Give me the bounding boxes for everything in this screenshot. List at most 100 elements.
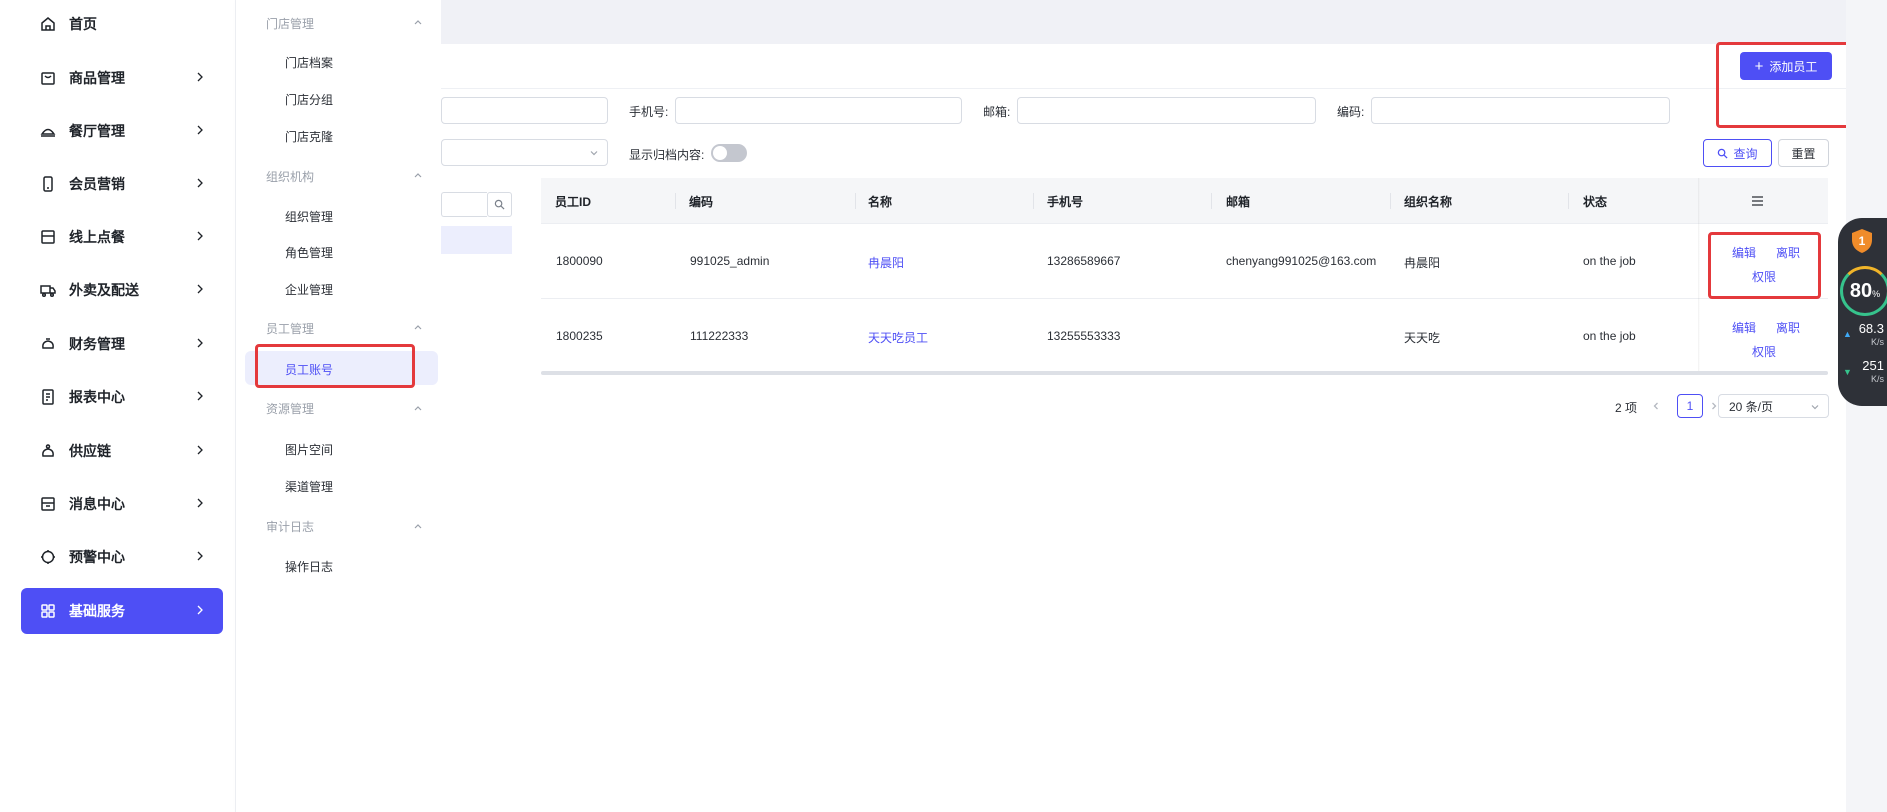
cell-org: 冉晨阳 (1404, 256, 1441, 270)
cell-org: 天天吃 (1404, 331, 1441, 345)
chevron-right-icon (197, 284, 203, 294)
svg-text:1: 1 (1859, 234, 1866, 248)
annotation-box-row-actions (1708, 232, 1821, 299)
sidebar-item-member[interactable]: 会员营销 (21, 161, 223, 207)
download-unit: K/s (1870, 374, 1884, 384)
chevron-up-icon[interactable] (412, 520, 424, 532)
chevron-down-icon (1811, 405, 1819, 410)
code-label: 编码: (1337, 105, 1365, 119)
sidebar-item-restaurant[interactable]: 餐厅管理 (21, 108, 223, 154)
phone-label: 手机号: (629, 105, 669, 119)
sidebar-item-goods[interactable]: 商品管理 (21, 55, 223, 101)
chevron-right-icon (197, 498, 203, 508)
pagination-page[interactable]: 1 (1677, 394, 1703, 418)
cell-employee-id: 1800235 (556, 329, 603, 343)
cell-phone: 13286589667 (1047, 254, 1121, 268)
cell-name-link[interactable]: 天天吃员工 (868, 329, 928, 346)
sidebar-item-finance[interactable]: 财务管理 (21, 321, 223, 367)
column-header-code: 编码 (689, 195, 714, 209)
table-header: 员工ID 编码 名称 手机号 邮箱 组织名称 状态 (541, 178, 1828, 224)
column-divider (855, 193, 856, 209)
sidebar-item-basic-service[interactable]: 基础服务 (21, 588, 223, 634)
submenu-item-org[interactable]: 组织管理 (285, 208, 333, 225)
org-tree-panel (441, 177, 525, 812)
mobile-icon (39, 175, 57, 193)
sidebar-item-label: 外卖及配送 (69, 282, 139, 298)
submenu-item-store-clone[interactable]: 门店克隆 (285, 128, 333, 145)
status-select[interactable] (441, 139, 608, 166)
download-speed: 251 (1862, 358, 1884, 373)
chevron-right-icon (197, 391, 203, 401)
search-icon (494, 199, 505, 210)
column-divider (1390, 193, 1391, 209)
sidebar-item-online-order[interactable]: 线上点餐 (21, 214, 223, 260)
sidebar-item-report[interactable]: 报表中心 (21, 374, 223, 420)
column-header-name: 名称 (868, 195, 893, 209)
submenu-group-title: 门店管理 (266, 17, 315, 31)
sidebar-item-delivery[interactable]: 外卖及配送 (21, 267, 223, 313)
name-input[interactable] (441, 97, 608, 124)
submenu-item-channel[interactable]: 渠道管理 (285, 478, 333, 495)
grid-icon (39, 602, 57, 620)
chevron-right-icon (197, 125, 203, 135)
sidebar-item-label: 线上点餐 (69, 229, 125, 245)
chevron-right-icon (197, 231, 203, 241)
column-header-employee-id: 员工ID (555, 195, 592, 209)
order-icon (39, 228, 57, 246)
chevron-left-icon[interactable] (1650, 400, 1662, 412)
submenu-item-role[interactable]: 角色管理 (285, 244, 333, 261)
code-input[interactable] (1371, 97, 1670, 124)
edit-link[interactable]: 编辑 (1732, 319, 1756, 336)
sidebar-item-label: 预警中心 (69, 549, 125, 565)
chevron-up-icon[interactable] (412, 169, 424, 181)
show-archived-toggle[interactable] (711, 144, 747, 162)
pagination-total: 2 项 (1615, 401, 1638, 415)
submenu-item-enterprise[interactable]: 企业管理 (285, 281, 333, 298)
annotation-box-employee-account (255, 344, 415, 388)
truck-icon (39, 281, 57, 299)
page-size-select[interactable]: 20 条/页 (1718, 394, 1829, 418)
sidebar-item-home[interactable]: 首页 (21, 1, 223, 47)
chevron-right-icon (197, 72, 203, 82)
horizontal-scrollbar[interactable] (541, 371, 1828, 375)
fixed-column-shadow (1698, 178, 1700, 373)
column-header-email: 邮箱 (1226, 195, 1251, 209)
search-icon (1718, 148, 1729, 159)
submenu-group-title: 组织机构 (266, 170, 315, 184)
sidebar-item-alert[interactable]: 预警中心 (21, 534, 223, 580)
report-icon (39, 388, 57, 406)
sidebar-item-label: 会员营销 (69, 176, 125, 192)
chevron-up-icon[interactable] (412, 16, 424, 28)
chevron-up-icon[interactable] (412, 321, 424, 333)
chevron-right-icon (197, 605, 203, 615)
submenu-item-image-space[interactable]: 图片空间 (285, 441, 333, 458)
chevron-right-icon (197, 178, 203, 188)
sidebar: 首页 商品管理 餐厅管理 会员营销 线上点餐 外卖及配送 财务管理 报表中心 供… (0, 0, 236, 812)
tree-search-button[interactable] (487, 192, 512, 217)
permission-link[interactable]: 权限 (1752, 343, 1776, 360)
sidebar-item-message[interactable]: 消息中心 (21, 481, 223, 527)
chevron-right-icon (197, 338, 203, 348)
chevron-down-icon (590, 151, 598, 156)
submenu-group-title: 审计日志 (266, 520, 315, 534)
cell-name-link[interactable]: 冉晨阳 (868, 254, 904, 271)
submenu-item-operation-log[interactable]: 操作日志 (285, 558, 333, 575)
submenu-item-store-archive[interactable]: 门店档案 (285, 54, 333, 71)
finance-icon (39, 335, 57, 353)
cell-email: chenyang991025@163.com (1226, 254, 1377, 268)
column-settings-icon[interactable] (1751, 195, 1764, 207)
bag-icon (39, 69, 57, 87)
tree-search-input[interactable] (441, 192, 487, 217)
show-archived-label: 显示归档内容: (629, 148, 705, 162)
submenu-item-store-group[interactable]: 门店分组 (285, 91, 333, 108)
cell-code: 991025_admin (690, 254, 770, 268)
reset-button[interactable]: 重置 (1778, 139, 1829, 167)
chevron-up-icon[interactable] (412, 402, 424, 414)
column-header-org: 组织名称 (1404, 195, 1453, 209)
email-input[interactable] (1017, 97, 1316, 124)
query-button[interactable]: 查询 (1703, 139, 1772, 167)
phone-input[interactable] (675, 97, 962, 124)
sidebar-item-supply[interactable]: 供应链 (21, 428, 223, 474)
leave-link[interactable]: 离职 (1776, 319, 1800, 336)
tree-node-selected[interactable] (441, 226, 512, 254)
